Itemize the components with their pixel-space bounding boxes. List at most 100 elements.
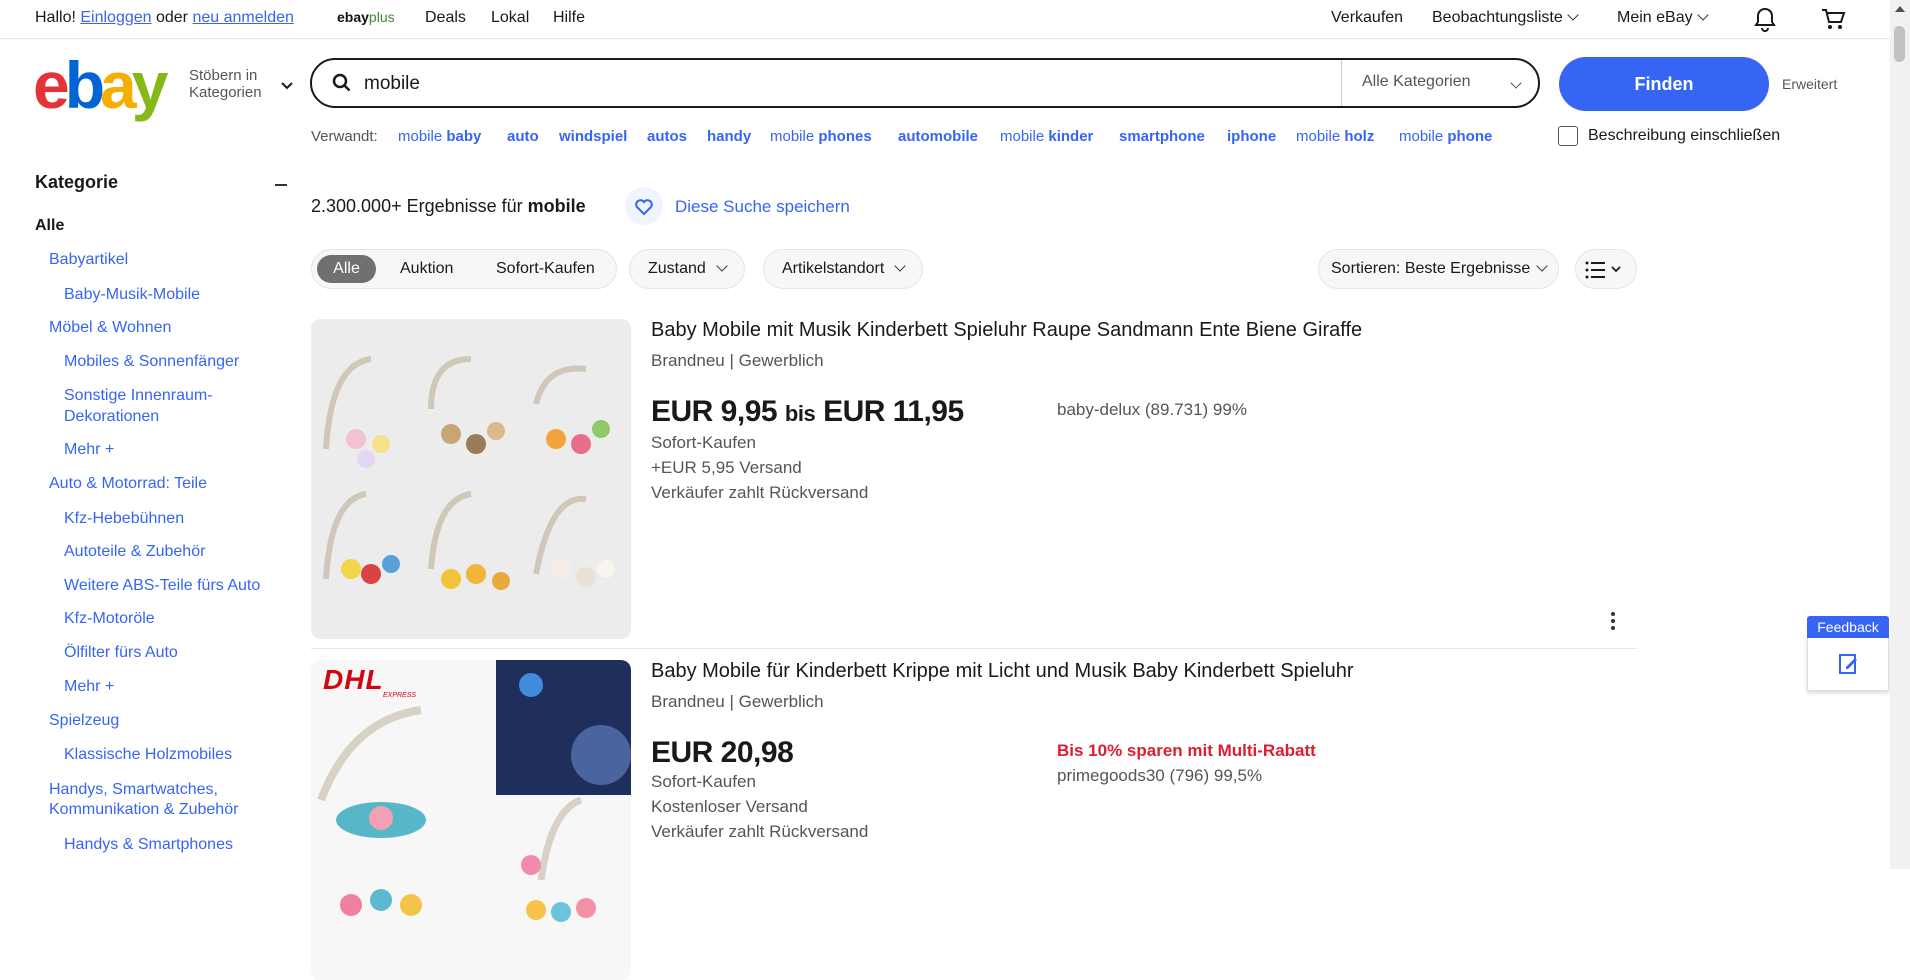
collapse-icon[interactable]	[275, 184, 287, 186]
sidebar-item[interactable]: Spielzeug	[49, 711, 119, 731]
sidebar-item-all[interactable]: Alle	[35, 216, 64, 236]
category-select[interactable]: Alle Kategorien	[1362, 73, 1471, 91]
logo-a: a	[100, 48, 137, 122]
ebay-logo[interactable]: ebay	[33, 52, 168, 118]
my-ebay-menu[interactable]: Mein eBay	[1617, 9, 1709, 27]
ebay-plus-link[interactable]: ebayplus	[337, 9, 395, 25]
related-item[interactable]: autos	[647, 128, 687, 145]
related-bold: auto	[507, 128, 539, 145]
feedback-widget[interactable]: Feedback	[1807, 616, 1889, 691]
listing-title[interactable]: Baby Mobile mit Musik Kinderbett Spieluh…	[651, 319, 1362, 342]
related-bold: smartphone	[1119, 128, 1205, 145]
search-input[interactable]	[362, 69, 1366, 99]
chevron-down-icon[interactable]	[280, 78, 294, 96]
listing-price: EUR 20,98	[651, 736, 794, 769]
browse-line1: Stöbern in	[189, 67, 258, 84]
sidebar-item[interactable]: Möbel & Wohnen	[49, 318, 171, 338]
nav-lokal[interactable]: Lokal	[491, 9, 529, 27]
sidebar-item[interactable]: Babyartikel	[49, 250, 128, 270]
related-item[interactable]: handy	[707, 128, 751, 145]
browse-categories[interactable]: Stöbern in Kategorien	[189, 67, 262, 101]
count-prefix: 2.300.000+ Ergebnisse für	[311, 196, 528, 216]
ebayplus-ebay: ebay	[337, 9, 369, 25]
listing-image[interactable]	[311, 319, 631, 639]
greeting-text: Hallo!	[35, 9, 76, 26]
related-item[interactable]: iphone	[1227, 128, 1276, 145]
sidebar-more[interactable]: Mehr +	[64, 440, 114, 460]
sidebar-item[interactable]: Weitere ABS-Teile fürs Auto	[64, 576, 260, 596]
page-scrollbar[interactable]	[1890, 0, 1910, 869]
condition-dropdown[interactable]: Zustand	[629, 249, 745, 289]
bell-icon[interactable]	[1753, 6, 1777, 37]
browse-line2: Kategorien	[189, 84, 262, 101]
nav-hilfe[interactable]: Hilfe	[553, 9, 585, 27]
price-from: EUR 9,95	[651, 395, 778, 428]
sidebar-item[interactable]: Mobiles & Sonnenfänger	[64, 352, 239, 372]
sidebar-item[interactable]: Kfz-Motoröle	[64, 609, 155, 629]
listing-returns: Verkäufer zahlt Rückversand	[651, 822, 869, 841]
checkbox-icon[interactable]	[1558, 126, 1578, 146]
chevron-down-icon	[894, 260, 906, 272]
more-options-icon[interactable]	[1611, 612, 1615, 633]
listing-title[interactable]: Baby Mobile für Kinderbett Krippe mit Li…	[651, 660, 1354, 683]
related-bold: holz	[1344, 128, 1375, 145]
sidebar-item[interactable]: Autoteile & Zubehör	[64, 542, 205, 562]
related-bold: autos	[647, 128, 688, 145]
sidebar-item[interactable]: Ölfilter fürs Auto	[64, 643, 178, 663]
sidebar-item[interactable]: Handys & Smartphones	[64, 835, 233, 855]
related-pre: mobile	[1399, 128, 1448, 145]
sidebar-item[interactable]: Kfz-Hebebühnen	[64, 509, 184, 529]
sidebar-item[interactable]: Dekorationen	[64, 407, 159, 427]
sidebar-item[interactable]: Kommunikation & Zubehör	[49, 800, 238, 820]
sidebar-item[interactable]: Klassische Holzmobiles	[64, 745, 232, 765]
dhl-badge-sub: EXPRESS	[383, 692, 417, 699]
listing-promo[interactable]: Bis 10% sparen mit Multi-Rabatt	[1057, 741, 1316, 761]
login-link[interactable]: Einloggen	[80, 9, 151, 26]
view-toggle[interactable]	[1575, 249, 1637, 289]
chevron-down-icon[interactable]	[1510, 77, 1522, 89]
listing-image[interactable]: DHL EXPRESS	[311, 660, 631, 980]
watchlist-menu[interactable]: Beobachtungsliste	[1432, 9, 1579, 27]
nav-deals[interactable]: Deals	[425, 9, 466, 27]
related-item[interactable]: mobile kinder	[1000, 128, 1093, 145]
sidebar-item[interactable]: Sonstige Innenraum-	[64, 386, 213, 406]
filter-buy-now[interactable]: Sofort-Kaufen	[496, 260, 595, 278]
sidebar-item[interactable]: Handys, Smartwatches,	[49, 780, 218, 800]
sidebar-more[interactable]: Mehr +	[64, 677, 114, 697]
related-item[interactable]: auto	[507, 128, 539, 145]
sell-link[interactable]: Verkaufen	[1331, 9, 1403, 27]
heart-icon[interactable]	[625, 187, 663, 225]
cart-icon[interactable]	[1820, 7, 1846, 36]
feedback-label[interactable]: Feedback	[1807, 616, 1889, 638]
save-search-label: Diese Suche speichern	[675, 197, 850, 216]
location-dropdown[interactable]: Artikelstandort	[763, 249, 924, 289]
find-button[interactable]: Finden	[1559, 57, 1769, 111]
listing-format: Sofort-Kaufen	[651, 772, 756, 791]
price-to: EUR 11,95	[823, 395, 964, 428]
result-count: 2.300.000+ Ergebnisse für mobile	[311, 196, 586, 217]
related-item[interactable]: mobile holz	[1296, 128, 1374, 145]
related-item[interactable]: smartphone	[1119, 128, 1205, 145]
scroll-up-icon[interactable]	[1895, 6, 1905, 12]
filter-auction[interactable]: Auktion	[400, 260, 453, 278]
format-filter-group: Alle Auktion Sofort-Kaufen	[311, 249, 617, 289]
sort-dropdown[interactable]: Sortieren: Beste Ergebnisse	[1318, 249, 1560, 289]
related-pre: mobile	[770, 128, 819, 145]
related-bold: windspiel	[559, 128, 628, 145]
sidebar-item[interactable]: Auto & Motorrad: Teile	[49, 474, 207, 494]
list-view-icon	[1585, 261, 1621, 279]
feedback-box[interactable]	[1807, 638, 1889, 691]
my-ebay-label: Mein eBay	[1617, 9, 1693, 26]
related-item[interactable]: mobile phone	[1399, 128, 1492, 145]
filter-all[interactable]: Alle	[317, 255, 376, 283]
register-link[interactable]: neu anmelden	[192, 9, 293, 26]
related-item[interactable]: automobile	[898, 128, 978, 145]
include-description-label: Beschreibung einschließen	[1588, 127, 1781, 145]
scrollbar-thumb[interactable]	[1894, 26, 1905, 62]
advanced-search-link[interactable]: Erweitert	[1782, 76, 1837, 92]
include-description-checkbox[interactable]: Beschreibung einschließen	[1558, 126, 1780, 146]
related-item[interactable]: mobile baby	[398, 128, 481, 145]
related-item[interactable]: windspiel	[559, 128, 627, 145]
sidebar-item[interactable]: Baby-Musik-Mobile	[64, 285, 200, 305]
related-item[interactable]: mobile phones	[770, 128, 872, 145]
